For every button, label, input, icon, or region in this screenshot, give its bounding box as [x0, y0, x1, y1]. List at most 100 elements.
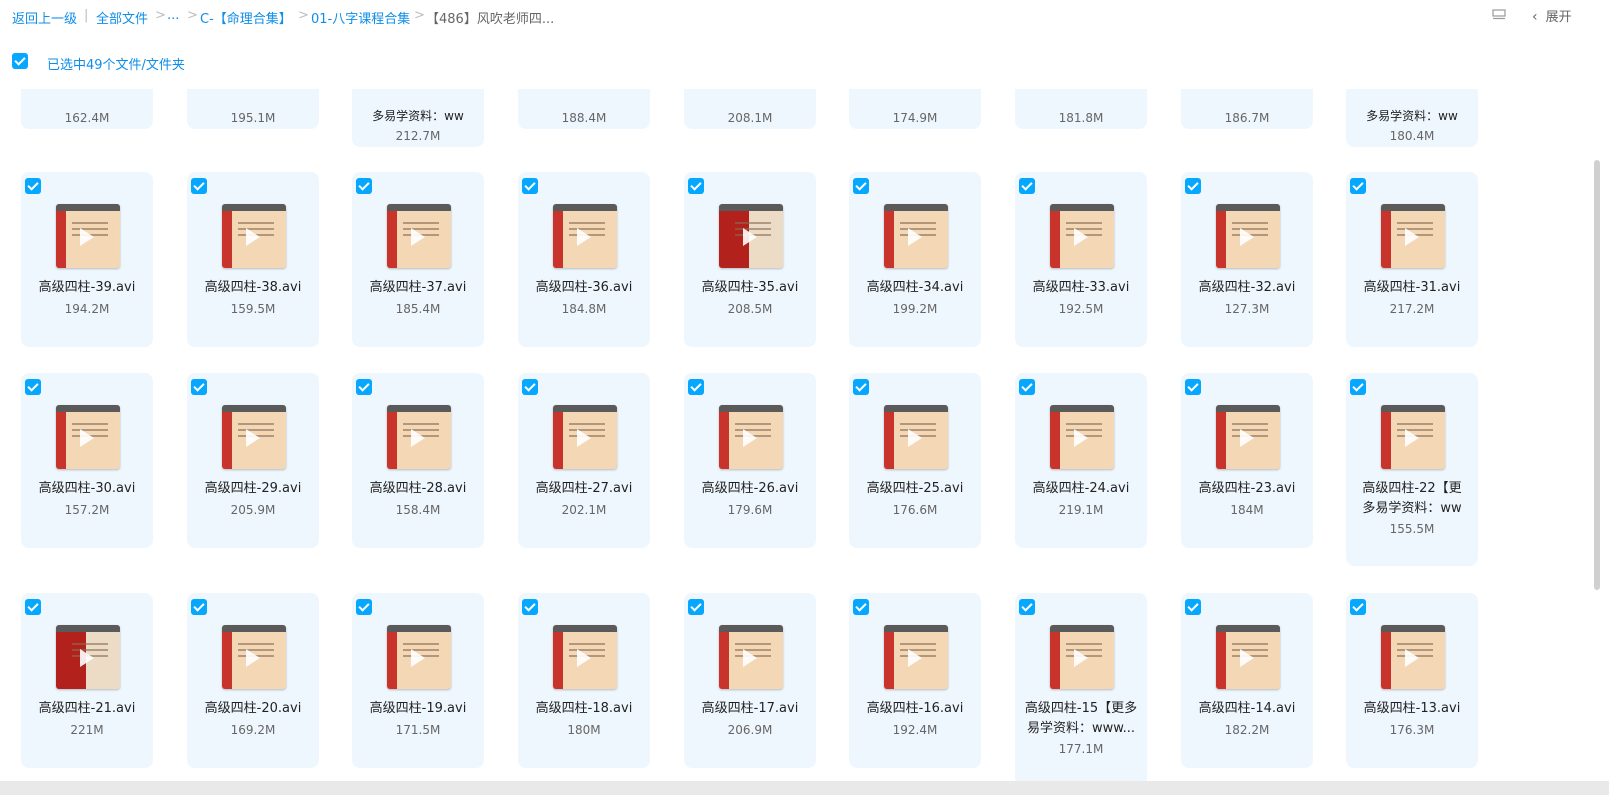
file-checkbox[interactable]	[522, 379, 538, 395]
file-name[interactable]: 高级四柱-22【更	[1346, 479, 1478, 499]
file-checkbox[interactable]	[1019, 599, 1035, 615]
file-name[interactable]: 高级四柱-19.avi	[352, 699, 484, 719]
file-card[interactable]: 高级四柱-20.avi 169.2M	[187, 593, 319, 768]
video-thumbnail[interactable]	[1381, 625, 1445, 689]
file-checkbox[interactable]	[688, 379, 704, 395]
file-checkbox[interactable]	[1350, 379, 1366, 395]
video-thumbnail[interactable]	[1216, 204, 1280, 268]
file-card[interactable]: 多易学资料：ww 212.7M	[352, 89, 484, 147]
video-thumbnail[interactable]	[222, 625, 286, 689]
video-thumbnail[interactable]	[1050, 204, 1114, 268]
file-checkbox[interactable]	[25, 178, 41, 194]
file-name[interactable]: 高级四柱-33.avi	[1015, 278, 1147, 298]
video-thumbnail[interactable]	[884, 204, 948, 268]
file-card[interactable]: 高级四柱-18.avi 180M	[518, 593, 650, 768]
file-checkbox[interactable]	[1019, 379, 1035, 395]
file-checkbox[interactable]	[1185, 599, 1201, 615]
file-checkbox[interactable]	[522, 599, 538, 615]
video-thumbnail[interactable]	[719, 204, 783, 268]
file-checkbox[interactable]	[1350, 178, 1366, 194]
video-thumbnail[interactable]	[56, 405, 120, 469]
video-thumbnail[interactable]	[1216, 405, 1280, 469]
breadcrumb-all-files[interactable]: 全部文件	[96, 8, 148, 27]
file-checkbox[interactable]	[1185, 379, 1201, 395]
file-card[interactable]: 188.4M	[518, 89, 650, 129]
file-checkbox[interactable]	[356, 599, 372, 615]
file-name[interactable]: 高级四柱-15【更多	[1015, 699, 1147, 719]
video-thumbnail[interactable]	[553, 405, 617, 469]
video-thumbnail[interactable]	[1381, 204, 1445, 268]
video-thumbnail[interactable]	[387, 204, 451, 268]
file-name[interactable]: 高级四柱-23.avi	[1181, 479, 1313, 499]
video-thumbnail[interactable]	[1050, 405, 1114, 469]
file-checkbox[interactable]	[853, 178, 869, 194]
video-thumbnail[interactable]	[1050, 625, 1114, 689]
select-all-checkbox[interactable]	[12, 53, 28, 69]
video-thumbnail[interactable]	[56, 204, 120, 268]
file-checkbox[interactable]	[1185, 178, 1201, 194]
file-name[interactable]: 高级四柱-29.avi	[187, 479, 319, 499]
file-name[interactable]: 高级四柱-26.avi	[684, 479, 816, 499]
file-name[interactable]: 高级四柱-13.avi	[1346, 699, 1478, 719]
file-name[interactable]: 高级四柱-28.avi	[352, 479, 484, 499]
file-card[interactable]: 高级四柱-34.avi 199.2M	[849, 172, 981, 347]
video-thumbnail[interactable]	[553, 625, 617, 689]
file-card[interactable]: 181.8M	[1015, 89, 1147, 129]
file-name[interactable]: 高级四柱-14.avi	[1181, 699, 1313, 719]
video-thumbnail[interactable]	[1216, 625, 1280, 689]
file-card[interactable]: 高级四柱-35.avi 208.5M	[684, 172, 816, 347]
file-card[interactable]: 高级四柱-37.avi 185.4M	[352, 172, 484, 347]
file-name[interactable]: 高级四柱-20.avi	[187, 699, 319, 719]
file-name-line2[interactable]: 易学资料：www...	[1015, 719, 1147, 739]
file-card[interactable]: 高级四柱-26.avi 179.6M	[684, 373, 816, 548]
video-thumbnail[interactable]	[222, 405, 286, 469]
file-name[interactable]: 高级四柱-24.avi	[1015, 479, 1147, 499]
vertical-scrollbar[interactable]	[1594, 160, 1600, 590]
file-card[interactable]: 162.4M	[21, 89, 153, 129]
file-checkbox[interactable]	[191, 178, 207, 194]
file-checkbox[interactable]	[356, 178, 372, 194]
file-name[interactable]: 高级四柱-18.avi	[518, 699, 650, 719]
file-checkbox[interactable]	[522, 178, 538, 194]
file-card[interactable]: 高级四柱-33.avi 192.5M	[1015, 172, 1147, 347]
back-link[interactable]: 返回上一级	[12, 8, 77, 27]
file-name[interactable]: 高级四柱-16.avi	[849, 699, 981, 719]
file-card[interactable]: 高级四柱-31.avi 217.2M	[1346, 172, 1478, 347]
file-card[interactable]: 高级四柱-16.avi 192.4M	[849, 593, 981, 768]
file-name[interactable]: 高级四柱-27.avi	[518, 479, 650, 499]
file-checkbox[interactable]	[25, 599, 41, 615]
video-thumbnail[interactable]	[719, 625, 783, 689]
file-card[interactable]: 高级四柱-17.avi 206.9M	[684, 593, 816, 768]
file-card[interactable]: 高级四柱-38.avi 159.5M	[187, 172, 319, 347]
file-card[interactable]: 高级四柱-39.avi 194.2M	[21, 172, 153, 347]
video-thumbnail[interactable]	[884, 625, 948, 689]
file-card[interactable]: 186.7M	[1181, 89, 1313, 129]
video-thumbnail[interactable]	[387, 625, 451, 689]
list-view-icon[interactable]	[1492, 9, 1506, 21]
file-checkbox[interactable]	[25, 379, 41, 395]
file-checkbox[interactable]	[356, 379, 372, 395]
file-card[interactable]: 208.1M	[684, 89, 816, 129]
video-thumbnail[interactable]	[387, 405, 451, 469]
video-thumbnail[interactable]	[884, 405, 948, 469]
file-checkbox[interactable]	[1350, 599, 1366, 615]
file-name[interactable]: 高级四柱-17.avi	[684, 699, 816, 719]
file-checkbox[interactable]	[688, 599, 704, 615]
file-name[interactable]: 高级四柱-31.avi	[1346, 278, 1478, 298]
file-card[interactable]: 高级四柱-36.avi 184.8M	[518, 172, 650, 347]
video-thumbnail[interactable]	[719, 405, 783, 469]
file-card[interactable]: 195.1M	[187, 89, 319, 129]
file-name[interactable]: 高级四柱-30.avi	[21, 479, 153, 499]
file-name[interactable]: 高级四柱-34.avi	[849, 278, 981, 298]
file-card[interactable]: 高级四柱-32.avi 127.3M	[1181, 172, 1313, 347]
expand-button[interactable]: ‹ 展开	[1532, 6, 1572, 25]
file-checkbox[interactable]	[688, 178, 704, 194]
video-thumbnail[interactable]	[553, 204, 617, 268]
file-card[interactable]: 高级四柱-29.avi 205.9M	[187, 373, 319, 548]
file-checkbox[interactable]	[853, 599, 869, 615]
file-card[interactable]: 多易学资料：ww 180.4M	[1346, 89, 1478, 147]
file-name[interactable]: 高级四柱-37.avi	[352, 278, 484, 298]
file-card[interactable]: 高级四柱-28.avi 158.4M	[352, 373, 484, 548]
file-card[interactable]: 高级四柱-24.avi 219.1M	[1015, 373, 1147, 548]
file-checkbox[interactable]	[853, 379, 869, 395]
